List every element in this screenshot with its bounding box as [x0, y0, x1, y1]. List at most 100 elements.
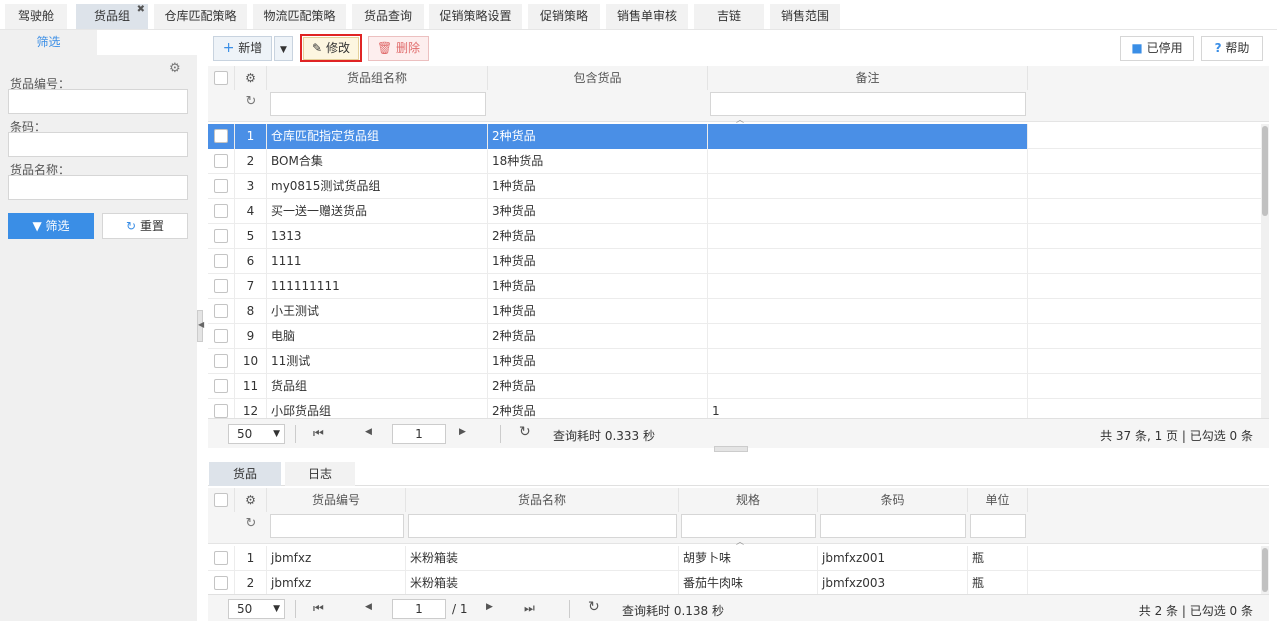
- table-row[interactable]: 10 11测试 1种货品: [208, 349, 1261, 374]
- prev-page-icon[interactable]: ◀: [365, 602, 372, 612]
- edit-button[interactable]: ✎ 修改: [303, 37, 359, 60]
- column-header[interactable]: 货品组名称: [267, 66, 488, 90]
- row-checkbox[interactable]: [214, 304, 228, 318]
- tab-promo[interactable]: 促销策略: [528, 4, 600, 29]
- tab-warehouse-match[interactable]: 仓库匹配策略: [154, 4, 247, 29]
- table-row[interactable]: 12 小邱货品组 2种货品 1: [208, 399, 1261, 418]
- help-button[interactable]: ? 帮助: [1201, 36, 1263, 61]
- table-row[interactable]: 11 货品组 2种货品: [208, 374, 1261, 399]
- row-checkbox[interactable]: [214, 129, 228, 143]
- scrollbar-thumb[interactable]: [1262, 126, 1268, 216]
- spec-filter-input[interactable]: [681, 514, 816, 538]
- tab-log[interactable]: 日志: [285, 462, 355, 486]
- barcode-filter-input[interactable]: [820, 514, 966, 538]
- table-row[interactable]: 2 jbmfxz 米粉箱装 番茄牛肉味 jbmfxz003 瓶: [208, 571, 1261, 594]
- split-handle[interactable]: [714, 446, 748, 452]
- last-page-icon[interactable]: ⏭: [524, 601, 535, 616]
- page-size-select[interactable]: 50 ▼: [228, 599, 285, 619]
- table-row[interactable]: 2 BOM合集 18种货品: [208, 149, 1261, 174]
- next-page-icon[interactable]: ▶: [486, 602, 493, 612]
- row-checkbox[interactable]: [214, 204, 228, 218]
- table-row[interactable]: 6 1111 1种货品: [208, 249, 1261, 274]
- row-checkbox[interactable]: [214, 404, 228, 418]
- filter-button[interactable]: ▼ 筛选: [8, 213, 94, 239]
- row-checkbox[interactable]: [214, 154, 228, 168]
- first-page-icon[interactable]: ⏮: [313, 426, 324, 441]
- add-dropdown-button[interactable]: ▼: [274, 36, 293, 61]
- name-filter-input[interactable]: [408, 514, 677, 538]
- column-header[interactable]: 条码: [818, 488, 968, 512]
- close-icon[interactable]: ✖: [137, 0, 145, 22]
- goods-code-input[interactable]: [8, 89, 188, 114]
- tab-jilian[interactable]: 吉链: [694, 4, 764, 29]
- goods-name-input[interactable]: [8, 175, 188, 200]
- barcode-input[interactable]: [8, 132, 188, 157]
- reload-icon[interactable]: ↻: [519, 424, 531, 440]
- name-filter-input[interactable]: [270, 92, 486, 116]
- row-checkbox[interactable]: [214, 329, 228, 343]
- help-icon: ?: [1214, 41, 1222, 55]
- reload-icon[interactable]: ↻: [588, 599, 600, 615]
- row-checkbox[interactable]: [214, 179, 228, 193]
- filter-tab[interactable]: 筛选: [0, 30, 97, 55]
- row-checkbox[interactable]: [214, 279, 228, 293]
- detail-grid-body: 1 jbmfxz 米粉箱装 胡萝卜味 jbmfxz001 瓶 2 jbmfxz 米粉箱装 番茄牛肉…: [208, 546, 1261, 594]
- page-number-input[interactable]: 1: [392, 424, 446, 444]
- row-checkbox[interactable]: [214, 254, 228, 268]
- row-checkbox[interactable]: [214, 354, 228, 368]
- main-grid-scrollbar[interactable]: [1261, 124, 1269, 418]
- add-button[interactable]: + 新增: [213, 36, 272, 61]
- table-row[interactable]: 1 仓库匹配指定货品组 2种货品: [208, 124, 1261, 149]
- page-number-input[interactable]: 1: [392, 599, 446, 619]
- tab-sales-audit[interactable]: 销售单审核: [606, 4, 688, 29]
- first-page-icon[interactable]: ⏮: [313, 601, 324, 616]
- select-all-checkbox[interactable]: [214, 493, 228, 507]
- delete-button[interactable]: 🗑 删除: [368, 36, 429, 61]
- column-header[interactable]: 规格: [679, 488, 818, 512]
- prev-page-icon[interactable]: ◀: [365, 427, 372, 437]
- table-row[interactable]: 5 1313 2种货品: [208, 224, 1261, 249]
- table-row[interactable]: 8 小王测试 1种货品: [208, 299, 1261, 324]
- refresh-icon[interactable]: ↻: [235, 90, 267, 114]
- code-filter-input[interactable]: [270, 514, 404, 538]
- tab-goods[interactable]: 货品: [209, 462, 281, 486]
- gear-icon[interactable]: ⚙: [169, 61, 181, 76]
- row-checkbox[interactable]: [214, 551, 228, 565]
- tab-cockpit[interactable]: 驾驶舱: [5, 4, 67, 29]
- detail-grid-scrollbar[interactable]: [1261, 546, 1269, 594]
- disabled-button[interactable]: ■ 已停用: [1120, 36, 1194, 61]
- column-header[interactable]: 包含货品: [488, 66, 708, 90]
- row-checkbox[interactable]: [214, 379, 228, 393]
- tab-logistics-match[interactable]: 物流匹配策略: [253, 4, 346, 29]
- table-row[interactable]: 7 111111111 1种货品: [208, 274, 1261, 299]
- reset-button[interactable]: ↻ 重置: [102, 213, 188, 239]
- tab-goods-query[interactable]: 货品查询: [352, 4, 424, 29]
- tab-label: 驾驶舱: [17, 9, 54, 23]
- gear-icon[interactable]: ⚙: [235, 488, 267, 512]
- column-header[interactable]: 货品名称: [406, 488, 679, 512]
- select-all-checkbox[interactable]: [214, 71, 228, 85]
- row-checkbox[interactable]: [214, 576, 228, 590]
- row-number: 7: [235, 274, 267, 299]
- cell-goods-count: 1种货品: [488, 249, 708, 274]
- column-header[interactable]: 备注: [708, 66, 1028, 90]
- table-row[interactable]: 9 电脑 2种货品: [208, 324, 1261, 349]
- column-header[interactable]: 单位: [968, 488, 1028, 512]
- next-page-icon[interactable]: ▶: [459, 427, 466, 437]
- table-row[interactable]: 1 jbmfxz 米粉箱装 胡萝卜味 jbmfxz001 瓶: [208, 546, 1261, 571]
- scrollbar-thumb[interactable]: [1262, 548, 1268, 592]
- tab-goods-group[interactable]: 货品组 ✖: [76, 4, 148, 29]
- tab-sales-scope[interactable]: 销售范围: [770, 4, 840, 29]
- tab-promo-settings[interactable]: 促销策略设置: [429, 4, 522, 29]
- row-checkbox[interactable]: [214, 229, 228, 243]
- page-size-select[interactable]: 50 ▼: [228, 424, 285, 444]
- gear-icon[interactable]: ⚙: [235, 66, 267, 90]
- collapse-handle[interactable]: ◀: [197, 310, 204, 342]
- refresh-icon[interactable]: ↻: [235, 512, 267, 536]
- unit-filter-input[interactable]: [970, 514, 1026, 538]
- table-row[interactable]: 4 买一送一赠送货品 3种货品: [208, 199, 1261, 224]
- table-row[interactable]: 3 my0815测试货品组 1种货品: [208, 174, 1261, 199]
- chevron-down-icon: ▼: [273, 429, 280, 439]
- note-filter-input[interactable]: [710, 92, 1026, 116]
- column-header[interactable]: 货品编号: [267, 488, 406, 512]
